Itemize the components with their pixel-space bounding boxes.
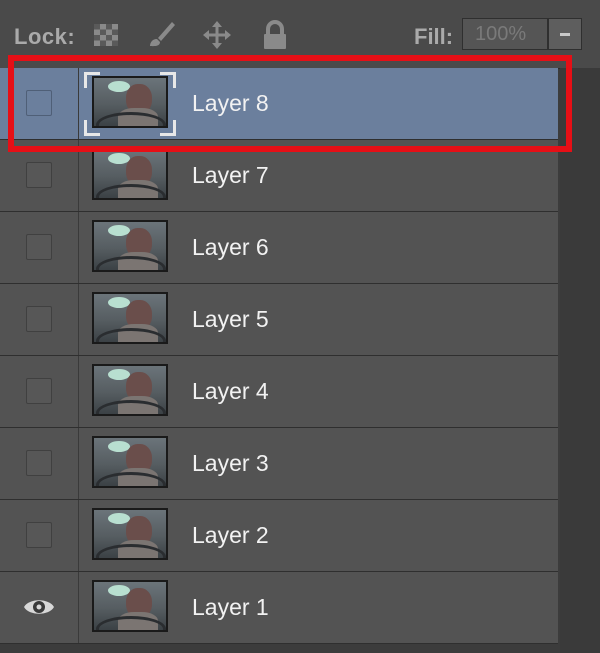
fill-label: Fill: (414, 24, 454, 49)
visibility-checkbox[interactable] (26, 306, 52, 332)
visibility-toggle[interactable] (0, 500, 79, 571)
visibility-toggle[interactable] (0, 572, 79, 643)
lock-fill-bar: Lock: Fill: 100% (0, 0, 600, 69)
thumbnail-selection-corner (160, 120, 176, 136)
visibility-checkbox[interactable] (26, 90, 52, 116)
layer-name[interactable]: Layer 6 (192, 233, 269, 261)
layer-row[interactable]: Layer 4 (0, 356, 558, 428)
layer-thumbnail[interactable] (92, 364, 168, 416)
fill-input[interactable]: 100% (462, 18, 548, 50)
layer-row[interactable]: Layer 2 (0, 500, 558, 572)
visibility-checkbox[interactable] (26, 522, 52, 548)
thumbnail-selection-corner (160, 72, 176, 88)
layer-thumbnail[interactable] (92, 580, 168, 632)
eye-icon (24, 600, 54, 614)
layer-thumbnail[interactable] (92, 436, 168, 488)
layer-name[interactable]: Layer 1 (192, 593, 269, 621)
visibility-toggle[interactable] (0, 212, 79, 283)
visibility-toggle[interactable] (0, 356, 79, 427)
chevron-down-icon (560, 33, 570, 36)
layers-panel: Lock: Fill: 100% Layer 8 Layer 7 Layer 6… (0, 0, 600, 653)
thumbnail-selection-corner (84, 72, 100, 88)
layer-name[interactable]: Layer 5 (192, 305, 269, 333)
visibility-toggle[interactable] (0, 428, 79, 499)
layer-name[interactable]: Layer 2 (192, 521, 269, 549)
layer-row[interactable]: Layer 5 (0, 284, 558, 356)
lock-image-pixels-icon[interactable] (144, 18, 178, 52)
layer-name[interactable]: Layer 8 (192, 89, 269, 117)
layer-thumbnail[interactable] (92, 76, 168, 128)
layer-thumbnail[interactable] (92, 508, 168, 560)
layer-thumbnail[interactable] (92, 148, 168, 200)
scrollbar-track[interactable] (560, 68, 600, 653)
lock-all-icon[interactable] (258, 18, 292, 52)
layer-row[interactable]: Layer 1 (0, 572, 558, 644)
visibility-toggle[interactable] (0, 140, 79, 211)
lock-label: Lock: (14, 24, 76, 49)
lock-position-icon[interactable] (200, 18, 234, 52)
layer-row[interactable]: Layer 8 (0, 68, 558, 140)
layer-name[interactable]: Layer 7 (192, 161, 269, 189)
thumbnail-selection-corner (84, 120, 100, 136)
lock-transparent-pixels-icon[interactable] (90, 18, 124, 52)
visibility-checkbox[interactable] (26, 162, 52, 188)
layer-row[interactable]: Layer 6 (0, 212, 558, 284)
layer-thumbnail[interactable] (92, 220, 168, 272)
layer-name[interactable]: Layer 3 (192, 449, 269, 477)
layer-row[interactable]: Layer 7 (0, 140, 558, 212)
visibility-checkbox[interactable] (26, 378, 52, 404)
layer-row[interactable]: Layer 3 (0, 428, 558, 500)
fill-dropdown-button[interactable] (548, 18, 582, 50)
layer-thumbnail[interactable] (92, 292, 168, 344)
visibility-toggle[interactable] (0, 68, 79, 139)
visibility-checkbox[interactable] (26, 450, 52, 476)
visibility-toggle[interactable] (0, 284, 79, 355)
layer-name[interactable]: Layer 4 (192, 377, 269, 405)
visibility-checkbox[interactable] (26, 234, 52, 260)
